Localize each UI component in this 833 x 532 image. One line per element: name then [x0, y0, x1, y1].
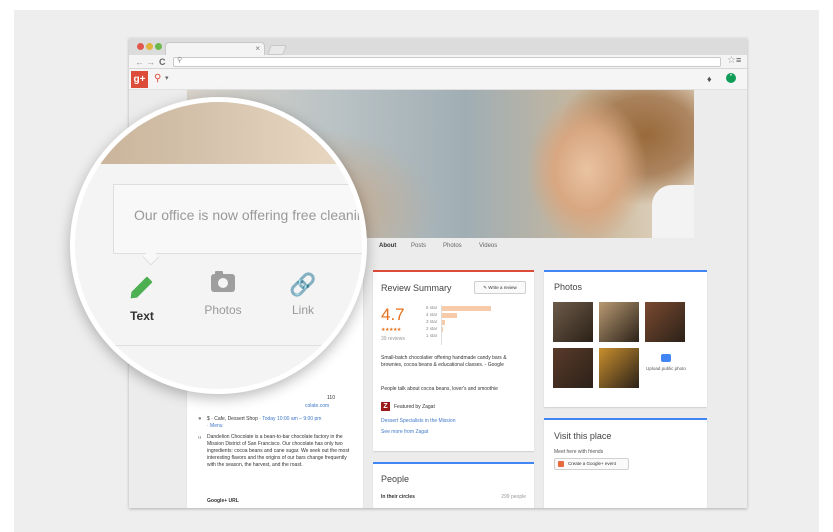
- photos-title: Photos: [554, 282, 583, 292]
- phone-number: 110: [327, 395, 335, 401]
- about-description: Dandelion Chocolate is a bean-to-bar cho…: [207, 434, 350, 468]
- visit-card: Visit this place Meet here with friends …: [544, 418, 707, 508]
- photo-thumbnail[interactable]: [599, 302, 639, 342]
- bell-icon[interactable]: ♦: [707, 74, 712, 84]
- tab-about[interactable]: About: [379, 243, 396, 249]
- profile-tabs: About Posts Photos Videos: [379, 239, 699, 259]
- photo-thumbnail[interactable]: [599, 348, 639, 388]
- hours-link[interactable]: Today 10:00 am – 9:00 pm: [262, 416, 321, 422]
- photo-thumbnail[interactable]: [645, 302, 685, 342]
- gplus-url-label: Google+ URL: [207, 498, 239, 504]
- cover-photo-detail: [652, 185, 694, 238]
- share-box-text: Our office is now offering free cleaning…: [134, 207, 365, 223]
- browser-toolbar: ← → C ⚲ ☆ ≡: [129, 55, 747, 69]
- menu-link[interactable]: · Menu: [207, 423, 347, 430]
- rating-bar-label: 3 star: [426, 319, 438, 324]
- share-option-photos[interactable]: Photos: [193, 271, 253, 317]
- rating-bar-label: 4 star: [426, 312, 438, 317]
- back-icon[interactable]: ←: [135, 56, 144, 68]
- share-divider: [75, 345, 362, 346]
- hamburger-menu-icon[interactable]: ≡: [736, 55, 741, 65]
- create-event-button[interactable]: Create a Google+ event: [554, 458, 629, 470]
- visit-title: Visit this place: [554, 431, 612, 441]
- circle-count[interactable]: 299 people: [501, 494, 526, 500]
- zagat-logo: Z: [381, 402, 390, 411]
- website-link[interactable]: colate.com: [305, 403, 355, 410]
- review-count-link[interactable]: 39 reviews: [381, 336, 405, 342]
- new-tab-button[interactable]: [267, 45, 287, 55]
- search-icon: ⚲: [177, 57, 183, 64]
- reload-icon[interactable]: C: [159, 56, 166, 68]
- category-text: $ · Cafe, Dessert Shop ·: [207, 416, 263, 422]
- in-their-circles-label: In their circles: [381, 494, 415, 500]
- write-review-label: Write a review: [488, 285, 517, 290]
- magnified-cover-photo: [75, 102, 362, 164]
- place-description: Small-batch chocolatier offering handmad…: [381, 355, 507, 368]
- star-icon[interactable]: ☆: [727, 55, 736, 66]
- minimize-window-button[interactable]: [146, 43, 153, 50]
- share-box[interactable]: Our office is now offering free cleaning…: [113, 184, 365, 254]
- address-bar[interactable]: ⚲: [173, 57, 721, 67]
- share-option-label: Text: [130, 309, 154, 323]
- location-pin-icon[interactable]: ⚲: [154, 73, 161, 85]
- write-review-button[interactable]: ✎ Write a review: [474, 281, 526, 294]
- people-title: People: [381, 474, 410, 484]
- tab-posts[interactable]: Posts: [411, 243, 426, 249]
- magnifier-lens: Our office is now offering free cleaning…: [70, 97, 367, 394]
- people-talk-about: People talk about cocoa beans, lover's a…: [381, 386, 498, 392]
- rating-bars-axis: [441, 305, 442, 345]
- share-option-label: Photos: [204, 303, 242, 317]
- rating-bar-label: 5 star: [426, 305, 438, 310]
- gplus-top-bar: g+ ⚲ ▾ ♦ ”: [129, 69, 747, 90]
- star-rating-icon: ★★★★★: [381, 327, 401, 333]
- featured-by-zagat: Featured by Zagat: [394, 404, 435, 410]
- share-option-label: Link: [291, 303, 314, 317]
- camera-icon: [211, 271, 235, 292]
- rating-bar: [442, 327, 443, 332]
- browser-tab[interactable]: ×: [165, 42, 265, 55]
- share-option-text[interactable]: Text: [112, 274, 172, 323]
- photos-card: Photos Upload public photo: [544, 270, 707, 407]
- rating-bar-label: 2 star: [426, 326, 438, 331]
- rating-bar: [442, 313, 457, 318]
- dessert-specialists-link[interactable]: Dessert Specialists in the Mission: [381, 418, 455, 424]
- rating-bar: [442, 320, 445, 325]
- hangouts-icon[interactable]: ”: [726, 73, 736, 83]
- average-rating: 4.7: [381, 305, 405, 324]
- tab-bar: ×: [129, 38, 747, 55]
- pencil-icon: [131, 276, 153, 298]
- upload-photo-link[interactable]: Upload public photo: [646, 366, 686, 372]
- share-option-link[interactable]: 🔗 Link: [273, 272, 333, 318]
- review-summary-title: Review Summary: [381, 283, 452, 293]
- zoom-window-button[interactable]: [155, 43, 162, 50]
- stage-background: × ← → C ⚲ ☆ ≡ g+ ⚲ ▾ ♦ ” About Posts Pho…: [14, 10, 819, 532]
- photo-thumbnail[interactable]: [553, 302, 593, 342]
- create-event-label: Create a Google+ event: [568, 461, 616, 466]
- about-category: $ · Cafe, Dessert Shop · Today 10:00 am …: [207, 416, 357, 423]
- link-icon: 🔗: [289, 272, 317, 297]
- info-icon: ●: [198, 416, 202, 422]
- forward-icon[interactable]: →: [146, 56, 155, 68]
- visit-subtitle: Meet here with friends: [554, 449, 604, 455]
- people-card: People In their circles 299 people: [373, 462, 534, 508]
- review-summary-card: Review Summary ✎ Write a review 4.7 ★★★★…: [373, 270, 534, 451]
- close-window-button[interactable]: [137, 43, 144, 50]
- quote-icon: “: [198, 435, 202, 446]
- chevron-down-icon[interactable]: ▾: [165, 74, 169, 82]
- tab-photos[interactable]: Photos: [443, 243, 462, 249]
- tab-close-icon[interactable]: ×: [255, 43, 260, 54]
- tab-videos[interactable]: Videos: [479, 243, 497, 249]
- rating-bar-label: 1 star: [426, 333, 438, 338]
- camera-upload-icon[interactable]: [661, 354, 671, 362]
- photo-thumbnail[interactable]: [553, 348, 593, 388]
- rating-bar: [442, 306, 491, 311]
- gplus-logo[interactable]: g+: [131, 71, 148, 88]
- more-from-zagat-link[interactable]: See more from Zagat: [381, 429, 428, 435]
- calendar-icon: [558, 461, 564, 467]
